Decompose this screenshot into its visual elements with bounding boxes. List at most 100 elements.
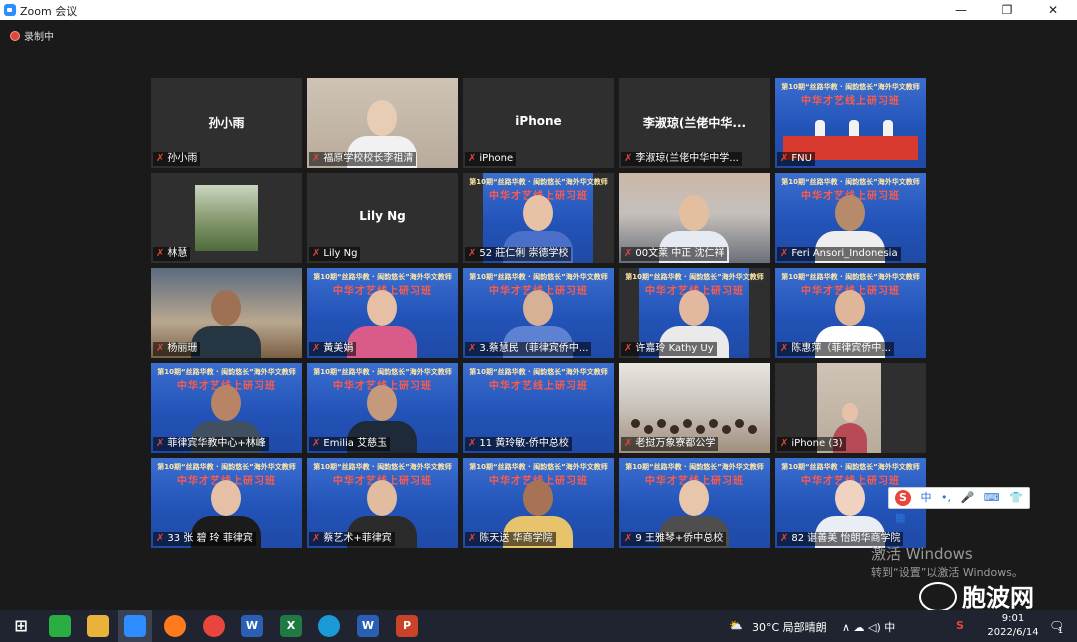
zoom-taskbar-icon[interactable] xyxy=(124,615,146,637)
excel-icon[interactable]: X xyxy=(280,615,302,637)
minimize-button[interactable]: — xyxy=(938,0,984,20)
participant-name: 菲律宾华教中心+林峰 xyxy=(167,438,266,449)
muted-mic-icon: ✗ xyxy=(312,248,321,259)
banner-title: 中华才艺线上研习班 xyxy=(801,96,900,107)
window-title-bar[interactable]: Zoom 会议 — ❐ ✕ xyxy=(0,0,1077,20)
participant-name-label: ✗ 3.蔡慧民（菲律宾侨中... xyxy=(465,342,592,356)
participant-tile-emilia[interactable]: 第10期“丝路华教 · 闽韵悠长”海外华文教师中华才艺线上研习班✗Emilia … xyxy=(307,363,458,453)
participant-tile-linfeng[interactable]: 第10期“丝路华教 · 闽韵悠长”海外华文教师中华才艺线上研习班✗菲律宾华教中心… xyxy=(151,363,302,453)
participant-body xyxy=(191,326,261,358)
taskbar-clock[interactable]: 9:01 2022/6/14 xyxy=(982,612,1044,640)
word-icon[interactable]: W xyxy=(241,615,263,637)
participant-name-label: ✗ Lily Ng xyxy=(309,247,361,261)
participant-name-label: ✗ iPhone (3) xyxy=(777,437,846,451)
participant-tile-iphone1[interactable]: iPhone ✗ iPhone xyxy=(463,78,614,168)
participant-tile-lilyng[interactable]: Lily Ng ✗ Lily Ng xyxy=(307,173,458,263)
speaker-figure xyxy=(849,120,859,136)
wechat-icon[interactable] xyxy=(49,615,71,637)
participant-face xyxy=(523,290,553,326)
ime-mode-chinese[interactable]: 中 xyxy=(921,488,932,508)
participant-tile-wang[interactable]: 第10期“丝路华教 · 闽韵悠长”海外华文教师中华才艺线上研习班✗9 王雅琴+侨… xyxy=(619,458,770,548)
tile-display-name: Lily Ng xyxy=(359,209,406,223)
ime-toolbar[interactable]: S 中 •, 🎤 ⌨ 👕 ▦ xyxy=(888,487,1030,524)
participant-name: 福原学校校长李祖清 xyxy=(323,153,414,164)
ime-tray-icon[interactable]: S xyxy=(956,619,964,632)
muted-mic-icon: ✗ xyxy=(780,153,789,164)
participant-name: 杨丽珊 xyxy=(167,343,198,354)
muted-mic-icon: ✗ xyxy=(156,248,165,259)
file-explorer-icon[interactable] xyxy=(87,615,109,637)
banner-subtitle: 第10期“丝路华教 · 闽韵悠长”海外华文教师 xyxy=(157,368,296,376)
participant-face xyxy=(679,290,709,326)
recording-indicator[interactable]: 录制中 xyxy=(10,28,54,43)
participant-name: 孙小雨 xyxy=(167,153,198,164)
ime-keyboard-icon[interactable]: ⌨ xyxy=(984,488,1000,508)
participant-face xyxy=(211,480,241,516)
audience-head xyxy=(670,425,679,434)
firefox-icon[interactable] xyxy=(164,615,186,637)
participant-face xyxy=(211,290,241,326)
clock-time: 9:01 xyxy=(1001,613,1025,624)
ime-voice-icon[interactable]: 🎤 xyxy=(961,488,975,508)
participant-tile-huangling[interactable]: 第10期“丝路华教 · 闽韵悠长”海外华文教师 中华才艺线上研习班 ✗ 11 黄玲敏-… xyxy=(463,363,614,453)
banner-subtitle: 第10期“丝路华教 · 闽韵悠长”海外华文教师 xyxy=(313,368,452,376)
banner-subtitle: 第10期“丝路华教 · 闽韵悠长”海外华文教师 xyxy=(625,463,764,471)
participant-tile-iphone3[interactable]: ✗ iPhone (3) xyxy=(775,363,926,453)
muted-mic-icon: ✗ xyxy=(312,153,321,164)
participant-tile-zhuang[interactable]: 第10期“丝路华教 · 闽韵悠长”海外华文教师中华才艺线上研习班✗52 莊仁俐 … xyxy=(463,173,614,263)
participant-tile-li[interactable]: 李淑琼(兰佬中华... ✗ 李淑琼(兰佬中华中学... xyxy=(619,78,770,168)
audience-head xyxy=(696,425,705,434)
participant-face xyxy=(367,385,397,421)
participant-name: 老挝万象寮都公学 xyxy=(635,438,716,449)
muted-mic-icon: ✗ xyxy=(624,153,633,164)
tile-display-name: iPhone xyxy=(515,114,562,128)
windows-start-icon[interactable]: ⊞ xyxy=(10,615,32,637)
participant-tile-lin[interactable]: ✗ 林慧 xyxy=(151,173,302,263)
participant-name-label: ✗ 菲律宾华教中心+林峰 xyxy=(153,437,269,451)
close-button[interactable]: ✕ xyxy=(1030,0,1076,20)
participant-face xyxy=(367,100,397,136)
participant-name-label: ✗ 52 莊仁俐 崇德学校 xyxy=(465,247,572,261)
muted-mic-icon: ✗ xyxy=(624,248,633,259)
participant-name-label: ✗ FNU xyxy=(777,152,815,166)
word-2-icon[interactable]: W xyxy=(357,615,379,637)
chrome-icon[interactable] xyxy=(203,615,225,637)
banner-subtitle: 第10期“丝路华教 · 闽韵悠长”海外华文教师 xyxy=(781,178,920,186)
participant-tile-principal[interactable]: ✗ 福原学校校长李祖清 xyxy=(307,78,458,168)
participant-tile-chen[interactable]: 第10期“丝路华教 · 闽韵悠长”海外华文教师中华才艺线上研习班✗陈惠萍（菲律宾… xyxy=(775,268,926,358)
participant-tile-fnu[interactable]: 第10期“丝路华教 · 闽韵悠长”海外华文教师 中华才艺线上研习班 ✗ FNU xyxy=(775,78,926,168)
participant-tile-caiyi[interactable]: 第10期“丝路华教 · 闽韵悠长”海外华文教师中华才艺线上研习班✗蔡艺术+菲律宾 xyxy=(307,458,458,548)
clock-date: 2022/6/14 xyxy=(987,627,1039,638)
participant-tile-shen[interactable]: ✗ 00文莱 中正 沈仁祥 xyxy=(619,173,770,263)
edge-icon[interactable] xyxy=(318,615,340,637)
participant-name-label: ✗ 11 黄玲敏-侨中总校 xyxy=(465,437,572,451)
participant-tile-cai[interactable]: 第10期“丝路华教 · 闽韵悠长”海外华文教师中华才艺线上研习班✗3.蔡慧民（菲… xyxy=(463,268,614,358)
participant-tile-xu[interactable]: 第10期“丝路华教 · 闽韵悠长”海外华文教师中华才艺线上研习班✗许嘉玲 Kat… xyxy=(619,268,770,358)
participant-tile-sun[interactable]: 孙小雨 ✗ 孙小雨 xyxy=(151,78,302,168)
maximize-button[interactable]: ❐ xyxy=(984,0,1030,20)
audience-head xyxy=(748,425,757,434)
participant-tile-zhang[interactable]: 第10期“丝路华教 · 闽韵悠长”海外华文教师中华才艺线上研习班✗33 张 碧 … xyxy=(151,458,302,548)
weather-text[interactable]: 30°C 局部晴朗 xyxy=(752,619,827,635)
banner-subtitle: 第10期“丝路华教 · 闽韵悠长”海外华文教师 xyxy=(469,178,608,186)
participant-tile-feri[interactable]: 第10期“丝路华教 · 闽韵悠长”海外华文教师中华才艺线上研习班✗Feri An… xyxy=(775,173,926,263)
participant-name: Lily Ng xyxy=(323,248,358,259)
participant-tile-huang[interactable]: 第10期“丝路华教 · 闽韵悠长”海外华文教师中华才艺线上研习班✗黃美娟 xyxy=(307,268,458,358)
muted-mic-icon: ✗ xyxy=(468,153,477,164)
system-tray[interactable]: ∧ ☁ ◁) 中 xyxy=(842,619,895,635)
activate-windows-title: 激活 Windows xyxy=(871,545,973,563)
powerpoint-icon[interactable]: P xyxy=(396,615,418,637)
participant-face xyxy=(835,195,865,231)
participant-tile-yang[interactable]: ✗ 杨丽珊 xyxy=(151,268,302,358)
banner-title: 中华才艺线上研习班 xyxy=(489,381,588,392)
participant-tile-chentian[interactable]: 第10期“丝路华教 · 闽韵悠长”海外华文教师中华才艺线上研习班✗陈天送 华商学… xyxy=(463,458,614,548)
weather-icon[interactable]: ⛅ xyxy=(729,619,743,632)
ime-punctuation[interactable]: •, xyxy=(941,488,951,508)
ime-skin-icon[interactable]: 👕 xyxy=(1009,488,1023,508)
sogou-ime-icon[interactable]: S xyxy=(895,490,911,506)
participant-tile-laos[interactable]: ✗ 老挝万象寮都公学 xyxy=(619,363,770,453)
participant-body xyxy=(347,326,417,358)
watermark-text: 胞波网 xyxy=(962,584,1034,612)
ime-toolbox-icon[interactable]: ▦ xyxy=(895,508,905,528)
participant-face xyxy=(679,195,709,231)
